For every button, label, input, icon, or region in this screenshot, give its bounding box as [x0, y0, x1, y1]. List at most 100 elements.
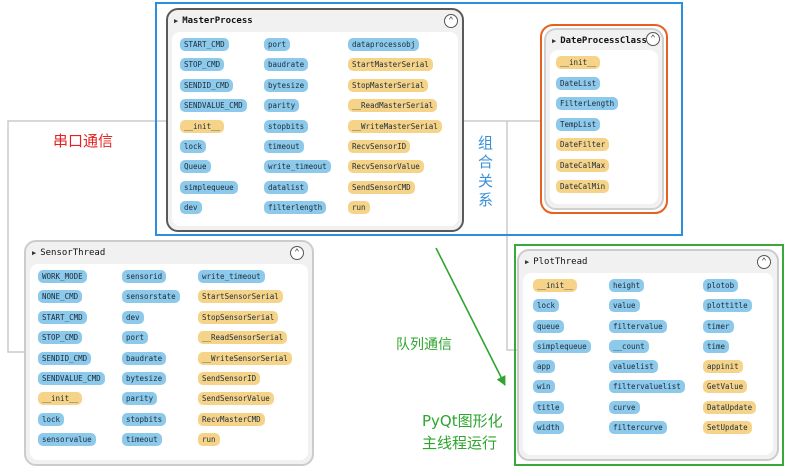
master-member-init[interactable]: __init__ [180, 119, 225, 133]
master-member-simplequeue[interactable]: simplequeue [180, 180, 238, 194]
date-member-init[interactable]: __init__ [556, 56, 601, 69]
date-member-templist[interactable]: TempList [556, 117, 601, 131]
master-member-sendvaluecmd[interactable]: SENDVALUE_CMD [180, 99, 247, 113]
master-member-queue[interactable]: Queue [180, 160, 211, 174]
sensor-member-nonecmd[interactable]: NONE_CMD [38, 290, 83, 304]
master-member-sendsensorcmd[interactable]: SendSensorCMD [348, 180, 415, 194]
master-process-node[interactable]: ▶ MasterProcess ⌃ START_CMD port dataproce… [166, 8, 464, 232]
date-member-datelist[interactable]: DateList [556, 76, 601, 90]
sensor-member-sendidcmd[interactable]: SENDID_CMD [38, 351, 92, 365]
sensor-member-sendvaluecmd[interactable]: SENDVALUE_CMD [38, 371, 105, 385]
master-member-port[interactable]: port [264, 38, 291, 51]
collapse-icon[interactable]: ⌃ [444, 14, 458, 28]
composition-char: 系 [478, 191, 494, 209]
sensor-member-baudrate[interactable]: baudrate [122, 351, 167, 365]
sensor-member-sensorstate[interactable]: sensorstate [122, 290, 180, 304]
expand-triangle-icon[interactable]: ▶ [174, 17, 178, 25]
collapse-icon[interactable]: ⌃ [757, 255, 771, 269]
sensor-member-readsensorserial[interactable]: __ReadSensorSerial [198, 331, 288, 345]
master-member-sendidcmd[interactable]: SENDID_CMD [180, 78, 234, 92]
master-member-bytesize[interactable]: bytesize [264, 78, 309, 92]
master-member-startmasterserial[interactable]: StartMasterSerial [348, 58, 433, 72]
sensor-member-stopcmd[interactable]: STOP_CMD [38, 331, 83, 345]
date-process-node[interactable]: ▶ DateProcessClass ⌃ __init__ DateList Fil… [544, 28, 664, 210]
master-member-timeout[interactable]: timeout [264, 139, 304, 153]
plot-member-timer[interactable]: timer [703, 319, 734, 333]
plot-member-filtercurve[interactable]: filtercurve [609, 421, 667, 435]
collapse-icon[interactable]: ⌃ [646, 32, 660, 46]
serial-comm-label: 串口通信 [53, 132, 114, 150]
plot-member-filtervalue[interactable]: filtervalue [609, 319, 667, 333]
sensor-member-init[interactable]: __init__ [38, 392, 83, 406]
master-member-dev[interactable]: dev [180, 201, 202, 215]
plot-member-plottitle[interactable]: plottitle [703, 299, 752, 313]
plot-member-lock[interactable]: lock [533, 299, 560, 313]
plot-member-title[interactable]: title [533, 400, 564, 414]
master-member-stopcmd[interactable]: STOP_CMD [180, 58, 225, 72]
sensor-member-writesensorserial[interactable]: __WriteSensorSerial [198, 351, 292, 365]
master-member-lock[interactable]: lock [180, 139, 207, 153]
sensor-member-sensorid[interactable]: sensorid [122, 270, 167, 283]
plot-member-init[interactable]: __init__ [533, 279, 578, 292]
sensor-thread-node[interactable]: ▶ SensorThread ⌃ WORK_MODE sensorid write_… [24, 240, 314, 466]
plot-member-time[interactable]: time [703, 339, 730, 353]
plot-member-filtervaluelist[interactable]: filtervaluelist [609, 380, 685, 394]
sensor-member-port[interactable]: port [122, 331, 149, 345]
plot-member-height[interactable]: height [609, 279, 645, 292]
plot-member-count[interactable]: __count [609, 339, 649, 353]
plot-member-valuelist[interactable]: valuelist [609, 360, 658, 374]
sensor-member-bytesize[interactable]: bytesize [122, 371, 167, 385]
sensor-member-stopbits[interactable]: stopbits [122, 412, 167, 426]
sensor-member-dev[interactable]: dev [122, 310, 144, 324]
date-member-filterlength[interactable]: FilterLength [556, 97, 619, 111]
plot-member-dataupdate[interactable]: DataUpdate [703, 400, 757, 414]
plot-member-queue[interactable]: queue [533, 319, 564, 333]
plot-member-appinit[interactable]: appinit [703, 360, 743, 374]
master-member-baudrate[interactable]: baudrate [264, 58, 309, 72]
sensor-member-recvmastercmd[interactable]: RecvMasterCMD [198, 412, 265, 426]
sensor-member-sensorvalue[interactable]: sensorvalue [38, 433, 96, 447]
plot-member-plotob[interactable]: plotob [703, 279, 739, 292]
plot-member-simplequeue[interactable]: simplequeue [533, 339, 591, 353]
sensor-member-startcmd[interactable]: START_CMD [38, 310, 87, 324]
master-member-run[interactable]: run [348, 201, 370, 215]
plot-member-app[interactable]: app [533, 360, 555, 374]
master-member-stopmasterserial[interactable]: StopMasterSerial [348, 78, 429, 92]
expand-triangle-icon[interactable]: ▶ [525, 258, 529, 266]
plot-member-setupdate[interactable]: SetUpdate [703, 421, 752, 435]
plot-member-getvalue[interactable]: GetValue [703, 380, 748, 394]
date-member-datecalmax[interactable]: DateCalMax [556, 158, 610, 172]
master-member-recvsensorid[interactable]: RecvSensorID [348, 139, 411, 153]
date-member-datefilter[interactable]: DateFilter [556, 138, 610, 152]
master-member-stopbits[interactable]: stopbits [264, 119, 309, 133]
sensor-member-lock[interactable]: lock [38, 412, 65, 426]
sensor-member-timeout[interactable]: timeout [122, 433, 162, 447]
sensor-member-stopsensorserial[interactable]: StopSensorSerial [198, 310, 279, 324]
sensor-member-sendsensorvalue[interactable]: SendSensorValue [198, 392, 274, 406]
plot-member-win[interactable]: win [533, 380, 555, 394]
expand-triangle-icon[interactable]: ▶ [552, 37, 556, 45]
master-member-dataprocessobj[interactable]: dataprocessobj [348, 38, 420, 51]
sensor-member-writetimeout[interactable]: write_timeout [198, 270, 265, 283]
sensor-member-workmode[interactable]: WORK_MODE [38, 270, 87, 283]
collapse-icon[interactable]: ⌃ [290, 246, 304, 260]
master-process-header: ▶ MasterProcess [174, 16, 253, 26]
plot-thread-node[interactable]: ▶ PlotThread ⌃ __init__ height plotob lock v… [517, 249, 779, 461]
master-member-readmasterserial[interactable]: __ReadMasterSerial [348, 99, 438, 113]
expand-triangle-icon[interactable]: ▶ [32, 249, 36, 257]
date-member-datecalmin[interactable]: DateCalMin [556, 179, 610, 193]
sensor-member-parity[interactable]: parity [122, 392, 158, 406]
plot-member-value[interactable]: value [609, 299, 640, 313]
master-member-recvsensorvalue[interactable]: RecvSensorValue [348, 160, 424, 174]
sensor-member-startsensorserial[interactable]: StartSensorSerial [198, 290, 283, 304]
plot-member-curve[interactable]: curve [609, 400, 640, 414]
master-member-parity[interactable]: parity [264, 99, 300, 113]
master-member-filterlength[interactable]: filterlength [264, 201, 327, 215]
sensor-member-sendsensorid[interactable]: SendSensorID [198, 371, 261, 385]
master-member-writetimeout[interactable]: write_timeout [264, 160, 331, 174]
plot-member-width[interactable]: width [533, 421, 564, 435]
master-member-writemasterserial[interactable]: __WriteMasterSerial [348, 119, 442, 133]
sensor-member-run[interactable]: run [198, 433, 220, 447]
master-member-datalist[interactable]: datalist [264, 180, 309, 194]
master-member-startcmd[interactable]: START_CMD [180, 38, 229, 51]
